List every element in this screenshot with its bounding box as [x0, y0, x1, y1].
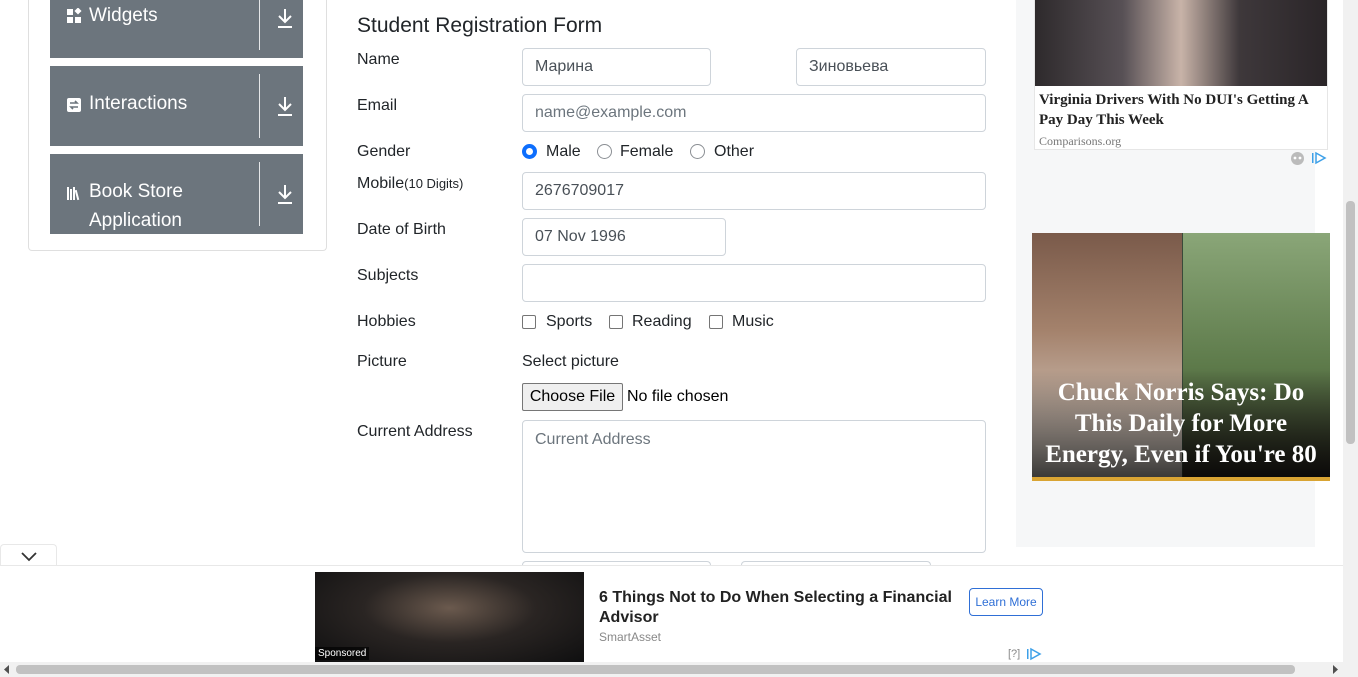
- gender-female-label[interactable]: Female: [620, 143, 673, 161]
- gender-female-radio[interactable]: [597, 144, 612, 159]
- sidebar-group-widgets[interactable]: Widgets: [50, 0, 303, 58]
- form-title: Student Registration Form: [357, 14, 603, 37]
- name-label: Name: [357, 51, 400, 68]
- hobby-sports-label[interactable]: Sports: [546, 313, 592, 331]
- last-name-input[interactable]: Зиновьева: [796, 48, 986, 86]
- horizontal-scroll-thumb[interactable]: [16, 665, 1295, 674]
- adchoices-icon[interactable]: [1311, 151, 1327, 165]
- file-status: No file chosen: [627, 388, 729, 405]
- bottom-ad-title[interactable]: 6 Things Not to Do When Selecting a Fina…: [599, 588, 959, 628]
- sidebar-group-label: Application: [89, 210, 182, 231]
- ad-virginia-title[interactable]: Virginia Drivers With No DUI's Getting A…: [1039, 90, 1324, 130]
- email-label: Email: [357, 97, 398, 114]
- sidebar-group-label: Book Store: [89, 181, 183, 202]
- hobbies-label: Hobbies: [357, 313, 416, 330]
- mobile-input[interactable]: 2676709017: [522, 172, 986, 210]
- mobile-label: Mobile(10 Digits): [357, 175, 463, 193]
- interactions-icon: [67, 98, 81, 112]
- ad-info-link[interactable]: [?]: [1008, 648, 1020, 660]
- picture-label: Picture: [357, 353, 407, 370]
- hobby-reading-label[interactable]: Reading: [632, 313, 692, 331]
- ad-chuck-norris-title[interactable]: Chuck Norris Says: Do This Daily for Mor…: [1036, 377, 1326, 470]
- adchoices-icon[interactable]: [1026, 647, 1042, 661]
- ad-virginia-image[interactable]: [1035, 0, 1327, 86]
- sidebar-group-book-store[interactable]: Book Store Application: [50, 154, 303, 234]
- subjects-input[interactable]: [522, 264, 986, 302]
- widgets-icon: [67, 8, 82, 23]
- picture-caption: Select picture: [522, 353, 619, 370]
- divider: [259, 0, 260, 50]
- download-icon[interactable]: [276, 7, 294, 29]
- subjects-label: Subjects: [357, 267, 419, 284]
- sidebar-group-label: Interactions: [89, 93, 188, 114]
- hobby-music-checkbox[interactable]: [709, 315, 723, 329]
- gender-label: Gender: [357, 143, 411, 160]
- dob-label: Date of Birth: [357, 221, 446, 238]
- hobby-sports-checkbox[interactable]: [522, 315, 536, 329]
- sponsored-badge: Sponsored: [315, 647, 370, 660]
- first-name-input[interactable]: Марина: [522, 48, 711, 86]
- learn-more-button[interactable]: Learn More: [969, 588, 1043, 616]
- scroll-left-arrow-icon[interactable]: [3, 665, 11, 674]
- gender-other-label[interactable]: Other: [714, 143, 754, 161]
- dob-input[interactable]: 07 Nov 1996: [522, 218, 726, 256]
- choose-file-button[interactable]: Choose File: [522, 383, 623, 411]
- hobby-reading-checkbox[interactable]: [609, 315, 623, 329]
- download-icon[interactable]: [276, 183, 294, 205]
- scroll-right-arrow-icon[interactable]: [1331, 665, 1339, 674]
- current-address-label: Current Address: [357, 423, 473, 440]
- mobile-label-text: Mobile: [357, 175, 405, 192]
- gender-other-radio[interactable]: [690, 144, 705, 159]
- gender-male-label[interactable]: Male: [546, 143, 581, 161]
- current-address-textarea[interactable]: Current Address: [522, 420, 986, 553]
- gender-male-radio[interactable]: [522, 144, 537, 159]
- email-input[interactable]: name@example.com: [522, 94, 986, 132]
- bottom-ad-source[interactable]: SmartAsset: [599, 630, 661, 644]
- hobby-music-label[interactable]: Music: [732, 313, 774, 331]
- mobile-hint: (10 Digits): [404, 176, 464, 191]
- adchoices-face-icon[interactable]: [1290, 151, 1305, 166]
- vertical-scroll-thumb[interactable]: [1346, 201, 1355, 444]
- ad-virginia-source[interactable]: Comparisons.org: [1039, 134, 1121, 149]
- divider: [259, 162, 260, 226]
- book-store-icon: [67, 187, 80, 201]
- sidebar-group-label: Widgets: [89, 5, 158, 26]
- download-icon[interactable]: [276, 95, 294, 117]
- sidebar-group-interactions[interactable]: Interactions: [50, 66, 303, 146]
- divider: [259, 74, 260, 138]
